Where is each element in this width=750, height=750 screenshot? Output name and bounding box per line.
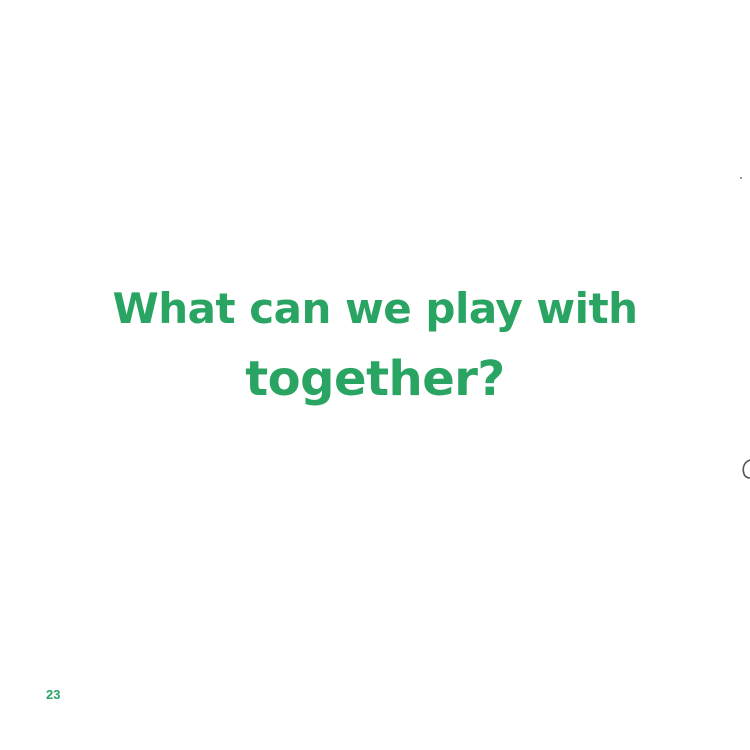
cropped-illustration-edge: [742, 459, 750, 479]
question-line-1: What can we play with: [112, 284, 638, 333]
question-text: What can we play with together?: [0, 276, 750, 416]
book-page: What can we play with together? 23: [0, 0, 750, 750]
page-number: 23: [46, 687, 61, 702]
question-line-2: together?: [245, 351, 505, 407]
edge-speck: [740, 177, 742, 179]
